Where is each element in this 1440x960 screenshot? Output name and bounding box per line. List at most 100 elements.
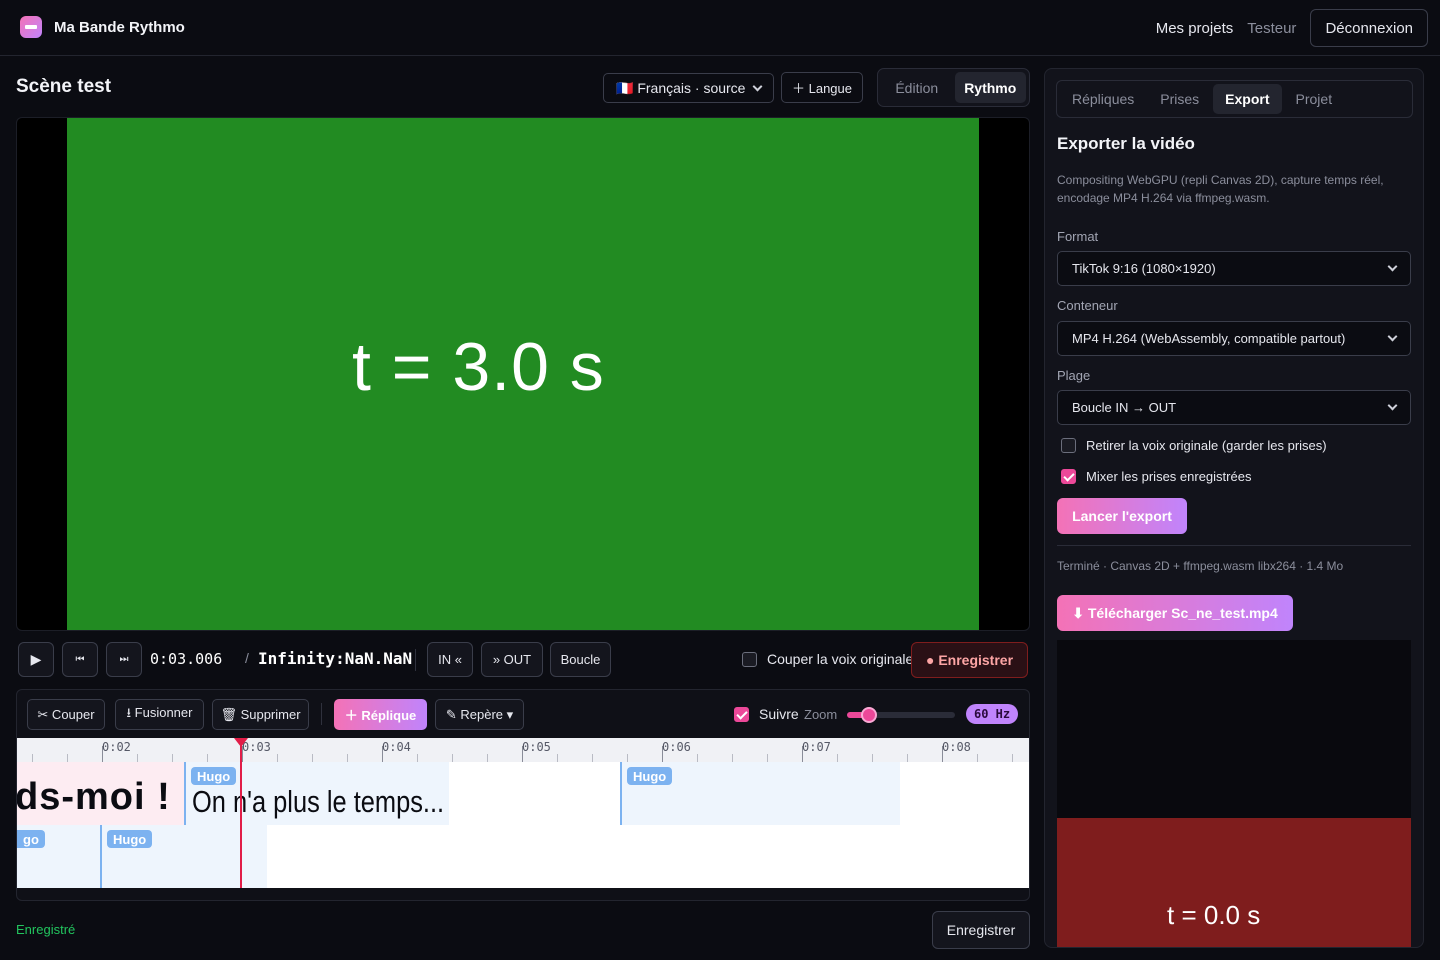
zoom-slider[interactable] <box>847 707 955 723</box>
tab-rythmo[interactable]: Rythmo <box>954 72 1026 103</box>
follow-toggle[interactable]: Suivre <box>734 706 799 722</box>
merge-button[interactable]: ⭳ Fusionner <box>115 699 204 730</box>
format-select[interactable]: TikTok 9:16 (1080×1920) <box>1057 251 1411 286</box>
export-title: Exporter la vidéo <box>1057 134 1195 153</box>
export-preview[interactable]: t = 0.0 s <box>1057 640 1411 947</box>
record-button[interactable]: ● Enregistrer <box>911 642 1028 678</box>
timeline-lanes[interactable]: ds-moi ! Hugo On n'a plus le temps... Hu… <box>17 762 1029 888</box>
ruler-minor-tick <box>872 754 873 762</box>
tab-lines[interactable]: Répliques <box>1060 84 1146 114</box>
timeline-toolbar: ✂ Couper ⭳ Fusionner 🗑 Supprimer ＋ Répli… <box>17 690 1029 738</box>
preview-overlay-text: t = 0.0 s <box>1167 900 1261 930</box>
add-line-button[interactable]: ＋ Réplique <box>334 699 427 730</box>
remove-voice-checkbox[interactable] <box>1061 438 1076 453</box>
logout-button[interactable]: Déconnexion <box>1310 9 1428 47</box>
line-clip[interactable]: Hugo On n'a plus le temps... <box>184 762 449 825</box>
add-language-button[interactable]: ＋ Langue <box>781 72 863 103</box>
zoom-label: Zoom <box>804 707 838 722</box>
timeline-ruler[interactable]: 0:02 0:03 0:04 0:05 0:06 0:07 0:08 <box>17 738 1029 762</box>
ruler-tick-label: 0:08 <box>942 740 971 754</box>
play-icon: ▶ <box>30 651 42 667</box>
app-title: Ma Bande Rythmo <box>54 18 185 36</box>
ruler-minor-tick <box>277 754 278 762</box>
ruler-minor-tick <box>1012 754 1013 762</box>
timeline-panel: ✂ Couper ⭳ Fusionner 🗑 Supprimer ＋ Répli… <box>16 689 1030 901</box>
format-select-value: TikTok 9:16 (1080×1920) <box>1072 261 1216 276</box>
video-overlay-text: t = 3.0 s <box>352 329 605 405</box>
side-panel: Répliques Prises Export Projet Exporter … <box>1044 68 1424 948</box>
ruler-minor-tick <box>767 754 768 762</box>
brand[interactable]: Ma Bande Rythmo <box>20 16 185 38</box>
set-in-button[interactable]: IN « <box>427 642 473 677</box>
clip-character-tag: Hugo <box>107 830 153 848</box>
set-out-button[interactable]: » OUT <box>481 642 543 677</box>
clip-character-tag: go <box>17 830 45 848</box>
line-clip[interactable]: Hugo <box>620 762 900 825</box>
skip-forward-icon: ⏭ <box>119 654 129 665</box>
user-name: Testeur <box>1247 19 1297 37</box>
ruler-minor-tick <box>172 754 173 762</box>
follow-checkbox[interactable] <box>734 706 749 722</box>
language-select[interactable]: 🇫🇷 Français · source <box>603 73 774 103</box>
range-label: Plage <box>1057 368 1091 383</box>
clip-character-tag: Hugo <box>627 767 673 785</box>
ruler-tick-label: 0:05 <box>522 740 551 754</box>
remove-voice-label: Retirer la voix originale (garder les pr… <box>1086 438 1327 453</box>
ruler-minor-tick <box>207 754 208 762</box>
video-frame: t = 3.0 s <box>67 118 979 630</box>
mute-original-checkbox[interactable] <box>742 651 757 667</box>
container-select-value: MP4 H.264 (WebAssembly, compatible parto… <box>1072 331 1346 346</box>
clip-text: On n'a plus le temps... <box>192 784 445 819</box>
launch-export-button[interactable]: Lancer l'export <box>1057 498 1187 534</box>
range-select-value: Boucle IN → OUT <box>1072 400 1177 415</box>
container-select[interactable]: MP4 H.264 (WebAssembly, compatible parto… <box>1057 321 1411 356</box>
zoom-slider-thumb[interactable] <box>860 707 877 723</box>
mute-original-toggle[interactable]: Couper la voix originale <box>742 651 913 667</box>
tab-takes[interactable]: Prises <box>1148 84 1211 114</box>
chevron-down-icon <box>1387 400 1398 411</box>
play-button[interactable]: ▶ <box>18 642 54 677</box>
playhead[interactable] <box>240 738 242 888</box>
ruler-minor-tick <box>312 754 313 762</box>
mix-takes-checkbox[interactable] <box>1061 469 1076 484</box>
export-description: Compositing WebGPU (repli Canvas 2D), ca… <box>1057 173 1384 205</box>
app-logo-icon <box>20 16 42 38</box>
video-player[interactable]: t = 3.0 s <box>16 117 1030 631</box>
ruler-minor-tick <box>627 754 628 762</box>
tab-project[interactable]: Projet <box>1284 84 1345 114</box>
time-separator: / <box>245 650 249 666</box>
save-button[interactable]: Enregistrer <box>932 911 1030 949</box>
ruler-minor-tick <box>67 754 68 762</box>
range-select[interactable]: Boucle IN → OUT <box>1057 390 1411 425</box>
mix-takes-option[interactable]: Mixer les prises enregistrées <box>1061 469 1251 484</box>
nav-my-projects[interactable]: Mes projets <box>1156 20 1234 37</box>
cut-button[interactable]: ✂ Couper <box>27 699 105 730</box>
ruler-minor-tick <box>732 754 733 762</box>
ruler-tick-label: 0:06 <box>662 740 691 754</box>
marker-dropdown[interactable]: ✎ Repère ▾ <box>435 699 524 730</box>
ruler-minor-tick <box>32 754 33 762</box>
divider <box>415 649 416 671</box>
current-time: 0:03.006 <box>150 650 223 668</box>
delete-button[interactable]: 🗑 Supprimer <box>212 699 309 730</box>
skip-back-icon: ⏮ <box>75 654 85 665</box>
loop-button[interactable]: Boucle <box>550 642 611 677</box>
tab-edition[interactable]: Édition <box>881 72 953 103</box>
ruler-minor-tick <box>557 754 558 762</box>
format-label: Format <box>1057 229 1099 244</box>
scene-title: Scène test <box>16 76 112 97</box>
ruler-tick-label: 0:04 <box>382 740 411 754</box>
remove-voice-option[interactable]: Retirer la voix originale (garder les pr… <box>1061 438 1327 453</box>
top-bar: Ma Bande Rythmo Mes projets Testeur Déco… <box>0 0 1440 56</box>
line-clip[interactable]: ds-moi ! <box>17 762 184 825</box>
fps-badge: 60 Hz <box>966 704 1019 724</box>
previous-button[interactable]: ⏮ <box>62 642 98 677</box>
language-select-value: 🇫🇷 Français · source <box>616 79 746 96</box>
tab-export[interactable]: Export <box>1213 84 1282 114</box>
divider <box>1057 545 1411 546</box>
transport-bar: ▶ ⏮ ⏭ 0:03.006 / Infinity:NaN.NaN IN « »… <box>16 640 1030 680</box>
line-clip[interactable]: go <box>17 825 101 888</box>
ruler-minor-tick <box>592 754 593 762</box>
download-button[interactable]: ⬇ Télécharger Sc_ne_test.mp4 <box>1057 595 1293 631</box>
next-button[interactable]: ⏭ <box>106 642 142 677</box>
